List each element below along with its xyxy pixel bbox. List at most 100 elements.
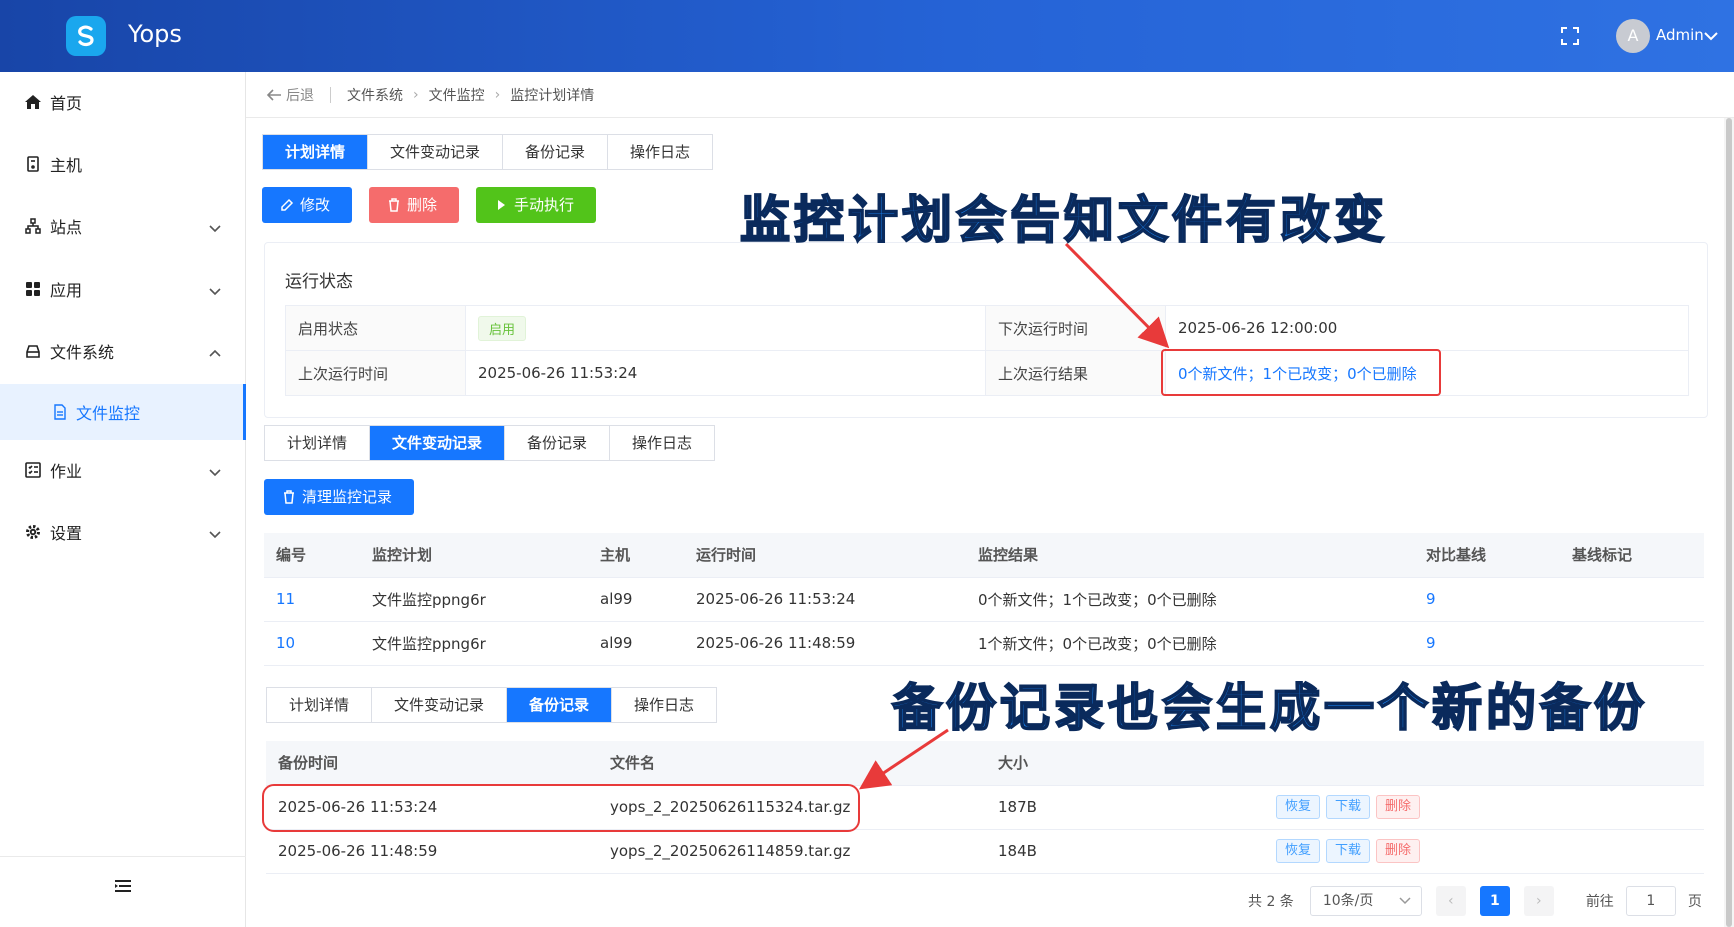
tab-operation-log[interactable]: 操作日志	[608, 135, 712, 169]
next-run-label: 下次运行时间	[986, 306, 1166, 351]
column-header: 文件名	[598, 741, 986, 785]
baseline-link[interactable]: 9	[1426, 634, 1436, 652]
brand-name: Yops	[128, 20, 182, 48]
avatar[interactable]: A	[1616, 19, 1650, 53]
record-id-link[interactable]: 11	[276, 590, 295, 608]
download-button[interactable]: 下载	[1326, 795, 1370, 819]
card-title: 运行状态	[285, 267, 353, 292]
tab-plan-detail[interactable]: 计划详情	[263, 135, 368, 169]
home-icon	[24, 93, 42, 111]
sidebar-item-label: 首页	[50, 90, 82, 114]
chevron-up-icon	[208, 345, 222, 357]
chevron-down-icon[interactable]	[1703, 29, 1719, 43]
tab-file-changes[interactable]: 文件变动记录	[370, 426, 505, 460]
column-header: 对比基线	[1414, 533, 1560, 577]
delete-button[interactable]: 删除	[1376, 795, 1420, 819]
status-card: 运行状态 启用状态 启用 下次运行时间 2025-06-26 12:00:00 …	[264, 242, 1708, 418]
tab-file-changes[interactable]: 文件变动记录	[368, 135, 503, 169]
clear-records-button[interactable]: 清理监控记录	[264, 479, 414, 515]
sidebar-item-label: 文件系统	[50, 339, 114, 363]
breadcrumb-item[interactable]: 文件系统	[347, 85, 403, 105]
tab-backup-records[interactable]: 备份记录	[505, 426, 610, 460]
sidebar-item-label: 作业	[50, 458, 82, 482]
annotation-top: 监控计划会告知文件有改变	[740, 180, 1388, 252]
sidebar-item-label: 主机	[50, 152, 82, 176]
pagination: 共 2 条 10条/页 ‹ 1 › 前往 1 页	[1248, 886, 1702, 916]
table-row: 2025-06-26 11:48:59 yops_2_2025062611485…	[266, 829, 1704, 873]
prev-page-button[interactable]: ‹	[1436, 886, 1466, 916]
tab-backup-records[interactable]: 备份记录	[507, 688, 612, 722]
tab-operation-log[interactable]: 操作日志	[610, 426, 714, 460]
sidebar-item-settings[interactable]: 设置	[0, 504, 246, 560]
baseline-link[interactable]: 9	[1426, 590, 1436, 608]
page-unit-label: 页	[1688, 891, 1702, 911]
chevron-right-icon: ›	[413, 87, 419, 103]
top-header: Yops A Admin	[0, 0, 1734, 72]
user-name[interactable]: Admin	[1656, 26, 1704, 44]
column-header: 编号	[264, 533, 360, 577]
size-cell: 187B	[986, 785, 1264, 829]
scrollbar-thumb[interactable]	[1726, 118, 1732, 927]
tab-bar: 计划详情 文件变动记录 备份记录 操作日志	[262, 134, 713, 170]
sidebar-item-home[interactable]: 首页	[0, 74, 246, 130]
baseline-tag-cell	[1560, 621, 1704, 665]
last-run-value: 2025-06-26 11:53:24	[466, 351, 986, 396]
tab-operation-log[interactable]: 操作日志	[612, 688, 716, 722]
tab-backup-records[interactable]: 备份记录	[503, 135, 608, 169]
restore-button[interactable]: 恢复	[1276, 839, 1320, 863]
goto-page-input[interactable]: 1	[1626, 886, 1676, 916]
sidebar-item-filesystem[interactable]: 文件系统	[0, 323, 246, 379]
checklist-icon	[24, 461, 42, 479]
next-page-button[interactable]: ›	[1524, 886, 1554, 916]
sidebar-item-host[interactable]: 主机	[0, 136, 246, 192]
goto-label: 前往	[1586, 891, 1614, 911]
column-header: 备份时间	[266, 741, 598, 785]
collapse-menu-icon[interactable]	[114, 878, 132, 894]
back-button[interactable]: 后退	[266, 85, 314, 105]
page-number-button[interactable]: 1	[1480, 886, 1510, 916]
tab-file-changes[interactable]: 文件变动记录	[372, 688, 507, 722]
manual-run-button[interactable]: 手动执行	[476, 187, 596, 223]
record-id-link[interactable]: 10	[276, 634, 295, 652]
status-table: 启用状态 启用 下次运行时间 2025-06-26 12:00:00 上次运行时…	[285, 305, 1689, 396]
sidebar-item-label: 站点	[50, 214, 82, 238]
page-size-select[interactable]: 10条/页	[1310, 886, 1422, 916]
drive-icon	[24, 342, 42, 360]
delete-button[interactable]: 删除	[369, 187, 459, 223]
tab-plan-detail[interactable]: 计划详情	[267, 688, 372, 722]
sidebar-item-file-monitor[interactable]: 文件监控	[0, 384, 246, 440]
sidebar-item-label: 应用	[50, 277, 82, 301]
backup-time-cell: 2025-06-26 11:48:59	[266, 829, 598, 873]
edit-button[interactable]: 修改	[262, 187, 352, 223]
last-run-label: 上次运行时间	[286, 351, 466, 396]
breadcrumb-item[interactable]: 文件监控	[429, 85, 485, 105]
result-cell: 1个新文件；0个已改变；0个已删除	[966, 621, 1414, 665]
change-records-table: 编号 监控计划 主机 运行时间 监控结果 对比基线 基线标记 11 文件监控pp…	[264, 533, 1704, 666]
total-count: 共 2 条	[1248, 891, 1294, 911]
column-header: 监控结果	[966, 533, 1414, 577]
breadcrumb-item: 监控计划详情	[510, 85, 594, 105]
tab-bar: 计划详情 文件变动记录 备份记录 操作日志	[266, 687, 717, 723]
sitemap-icon	[24, 217, 42, 235]
column-header: 主机	[588, 533, 684, 577]
sidebar-item-app[interactable]: 应用	[0, 261, 246, 317]
grid-icon	[24, 280, 42, 298]
tab-plan-detail[interactable]: 计划详情	[265, 426, 370, 460]
fullscreen-icon[interactable]	[1560, 26, 1580, 46]
result-cell: 0个新文件；1个已改变；0个已删除	[966, 577, 1414, 621]
size-cell: 184B	[986, 829, 1264, 873]
yops-logo-icon	[66, 16, 106, 56]
status-badge: 启用	[478, 316, 526, 341]
sidebar-item-label: 设置	[50, 520, 82, 544]
sidebar-item-job[interactable]: 作业	[0, 442, 246, 498]
delete-button[interactable]: 删除	[1376, 839, 1420, 863]
host-cell: al99	[588, 621, 684, 665]
plan-cell: 文件监控ppng6r	[360, 577, 588, 621]
restore-button[interactable]: 恢复	[1276, 795, 1320, 819]
download-button[interactable]: 下载	[1326, 839, 1370, 863]
divider	[0, 856, 246, 857]
breadcrumb: 后退 文件系统 › 文件监控 › 监控计划详情	[246, 72, 1734, 118]
back-label: 后退	[286, 85, 314, 105]
time-cell: 2025-06-26 11:53:24	[684, 577, 966, 621]
sidebar-item-site[interactable]: 站点	[0, 198, 246, 254]
